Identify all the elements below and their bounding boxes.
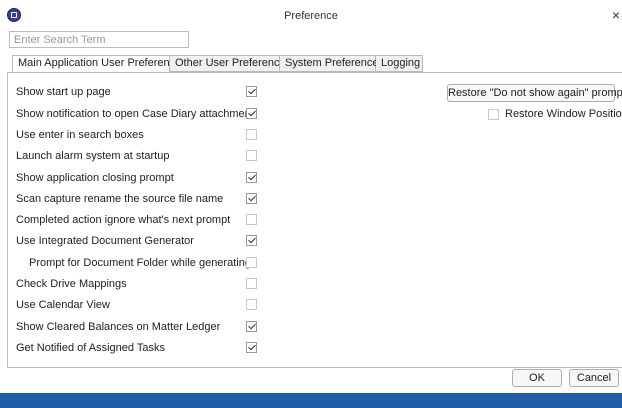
search-input[interactable] <box>9 31 189 48</box>
pref-label-closing-prompt: Show application closing prompt <box>16 172 174 184</box>
pref-checkbox-ignore-whats-next[interactable] <box>246 214 257 225</box>
tab-system-preferences[interactable]: System Preferences <box>280 55 384 72</box>
pref-label-ignore-whats-next: Completed action ignore what's next prom… <box>16 214 231 226</box>
pref-checkbox-scan-rename[interactable] <box>246 193 257 204</box>
pref-label-launch-alarm: Launch alarm system at startup <box>16 150 170 162</box>
pref-label-prompt-doc-folder: Prompt for Document Folder while generat… <box>29 257 251 269</box>
restore-prompts-button[interactable]: Restore "Do not show again" prompts <box>447 84 622 102</box>
tab-bar: Main Application User Preferences Other … <box>12 55 423 73</box>
pref-label-assigned-tasks: Get Notified of Assigned Tasks <box>16 342 165 354</box>
pref-checkbox-integrated-doc-generator[interactable] <box>246 235 257 246</box>
pref-checkbox-assigned-tasks[interactable] <box>246 342 257 353</box>
restore-window-positions-label: Restore Window Positions <box>505 108 622 120</box>
pref-label-scan-rename: Scan capture rename the source file name <box>16 193 224 205</box>
pref-label-cleared-balances: Show Cleared Balances on Matter Ledger <box>16 321 221 333</box>
pref-checkbox-prompt-doc-folder[interactable] <box>246 257 257 268</box>
close-icon[interactable]: × <box>612 8 620 22</box>
pref-label-case-diary-notification: Show notification to open Case Diary att… <box>16 108 254 120</box>
pref-label-enter-in-search: Use enter in search boxes <box>16 129 144 141</box>
cancel-button[interactable]: Cancel <box>569 369 619 387</box>
pref-checkbox-check-drive-mappings[interactable] <box>246 278 257 289</box>
pref-checkbox-closing-prompt[interactable] <box>246 172 257 183</box>
tab-main-application-user-preferences[interactable]: Main Application User Preferences <box>12 55 187 73</box>
pref-label-check-drive-mappings: Check Drive Mappings <box>16 278 127 290</box>
pref-checkbox-case-diary-notification[interactable] <box>246 108 257 119</box>
tab-other-user-preferences[interactable]: Other User Preferences <box>170 55 291 72</box>
pref-checkbox-enter-in-search[interactable] <box>246 129 257 140</box>
title-bar: Preference × <box>0 0 622 30</box>
pref-label-calendar-view: Use Calendar View <box>16 299 110 311</box>
pref-checkbox-cleared-balances[interactable] <box>246 321 257 332</box>
ok-button[interactable]: OK <box>512 369 562 387</box>
status-bar <box>0 393 622 408</box>
tab-logging[interactable]: Logging <box>376 55 423 72</box>
window-title: Preference <box>284 10 338 22</box>
pref-label-integrated-doc-generator: Use Integrated Document Generator <box>16 235 194 247</box>
pref-label-show-start-up-page: Show start up page <box>16 86 111 98</box>
pref-checkbox-calendar-view[interactable] <box>246 299 257 310</box>
pref-checkbox-show-start-up-page[interactable] <box>246 86 257 97</box>
restore-window-positions-checkbox[interactable] <box>488 109 499 120</box>
pref-checkbox-launch-alarm[interactable] <box>246 150 257 161</box>
